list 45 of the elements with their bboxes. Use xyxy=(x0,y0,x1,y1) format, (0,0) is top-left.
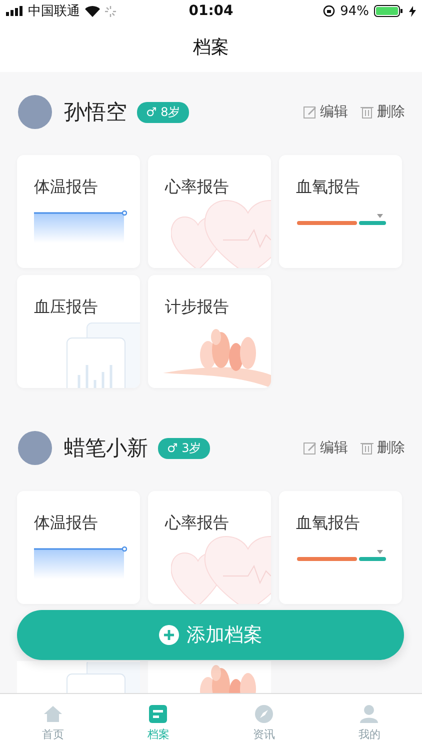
report-card[interactable]: 血氧报告 xyxy=(279,491,402,604)
trash-icon xyxy=(360,105,374,119)
report-card[interactable]: 体温报告 xyxy=(17,491,140,604)
status-time: 01:04 xyxy=(188,3,234,19)
report-title: 体温报告 xyxy=(34,513,98,534)
report-title: 体温报告 xyxy=(34,177,98,198)
signal-icon xyxy=(6,6,23,16)
gender-age-badge: ♂ 8岁 xyxy=(137,102,190,122)
edit-button[interactable]: 编辑 xyxy=(303,103,348,121)
home-icon xyxy=(42,704,63,724)
page-title: 档案 xyxy=(193,36,229,59)
report-title: 血氧报告 xyxy=(296,513,360,534)
report-title: 心率报告 xyxy=(165,513,229,534)
profile-name: 孙悟空 xyxy=(64,99,127,126)
report-card[interactable]: 血压报告 xyxy=(17,275,140,388)
person-icon xyxy=(359,704,380,724)
avatar xyxy=(18,95,52,129)
delete-button[interactable]: 删除 xyxy=(360,103,405,121)
compass-icon xyxy=(254,704,274,724)
edit-icon xyxy=(303,441,317,455)
report-card[interactable]: 计步报告 xyxy=(148,275,271,388)
report-title: 血氧报告 xyxy=(296,177,360,198)
report-title: 计步报告 xyxy=(165,297,229,318)
edit-icon xyxy=(303,105,317,119)
battery-icon xyxy=(374,5,404,17)
report-card[interactable]: 血氧报告 xyxy=(279,155,402,268)
edit-button[interactable]: 编辑 xyxy=(303,439,348,457)
report-title: 血压报告 xyxy=(34,297,98,318)
plus-icon xyxy=(158,625,178,645)
report-card[interactable]: 心率报告 xyxy=(148,491,271,604)
charging-icon xyxy=(409,6,416,16)
document-icon xyxy=(148,704,168,724)
loading-icon xyxy=(105,6,116,16)
report-card[interactable]: 心率报告 xyxy=(148,155,271,268)
profile-name: 蜡笔小新 xyxy=(64,435,148,462)
trash-icon xyxy=(360,441,374,455)
delete-button[interactable]: 删除 xyxy=(360,439,405,457)
wifi-icon xyxy=(85,6,100,16)
avatar xyxy=(18,431,52,465)
battery-percent: 94% xyxy=(340,4,370,18)
carrier-name: 中国联通 xyxy=(28,3,80,20)
report-title: 心率报告 xyxy=(165,177,229,198)
rotation-lock-icon xyxy=(323,5,336,17)
report-card[interactable]: 体温报告 xyxy=(17,155,140,268)
gender-age-badge: ♂ 3岁 xyxy=(158,438,210,458)
